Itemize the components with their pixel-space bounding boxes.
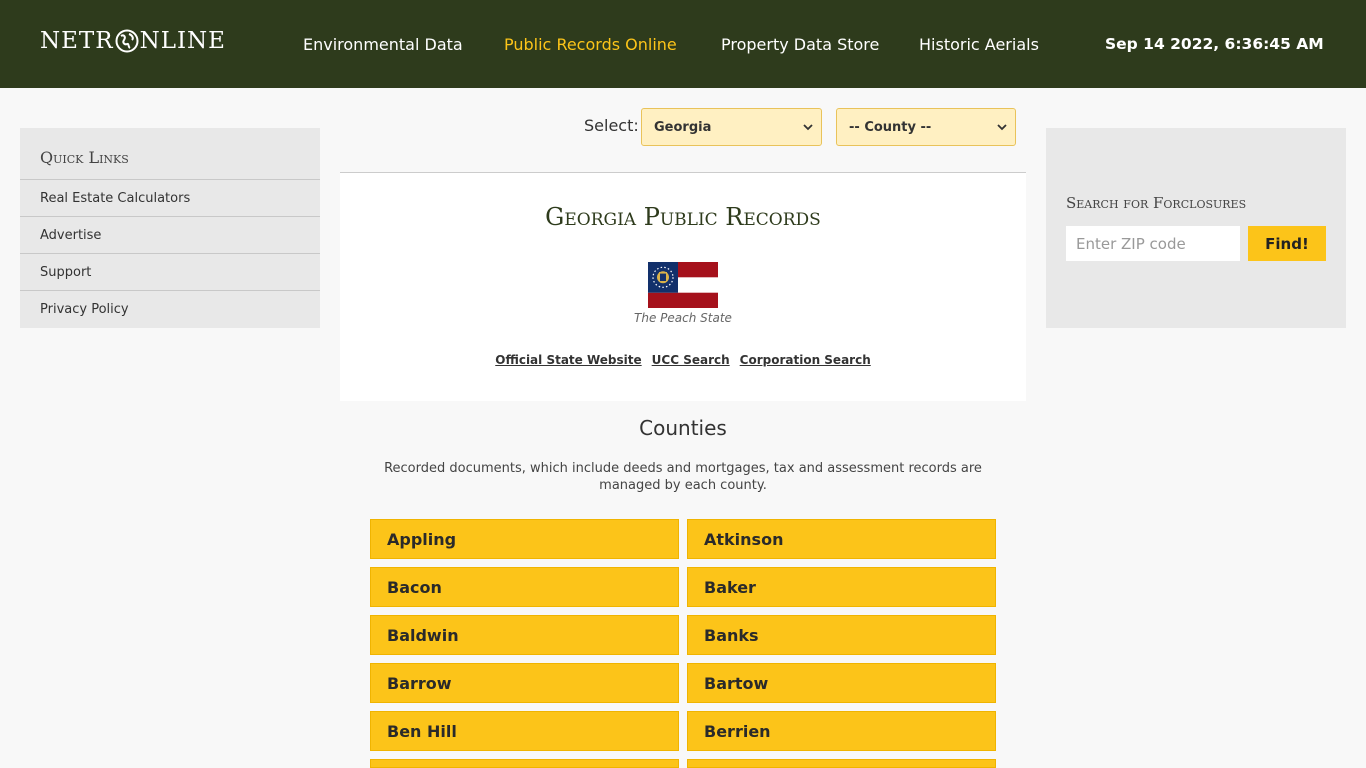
county-select-value: -- County --	[849, 119, 932, 135]
nav-historic-aerials[interactable]: Historic Aerials	[919, 0, 1039, 88]
zip-input[interactable]	[1066, 226, 1240, 261]
foreclosure-title: Search for Forclosures	[1066, 194, 1247, 212]
county-appling[interactable]: Appling	[370, 519, 679, 559]
quick-links-panel: Quick Links Real Estate Calculators Adve…	[20, 128, 320, 328]
state-select-value: Georgia	[654, 119, 712, 135]
county-baker[interactable]: Baker	[687, 567, 996, 607]
state-card: Georgia Public Records The Peach State O…	[340, 172, 1026, 401]
county-barrow[interactable]: Barrow	[370, 663, 679, 703]
foreclosure-search-panel: Search for Forclosures Find!	[1046, 128, 1346, 328]
counties-title: Counties	[639, 416, 727, 440]
county-bacon[interactable]: Bacon	[370, 567, 679, 607]
state-links: Official State Website UCC Search Corpor…	[340, 353, 1026, 367]
quick-link-real-estate-calculators[interactable]: Real Estate Calculators	[20, 180, 320, 217]
quick-links-title: Quick Links	[20, 128, 320, 180]
select-label: Select:	[584, 116, 639, 135]
chevron-down-icon	[997, 124, 1007, 131]
county-partial[interactable]	[687, 759, 996, 768]
state-select[interactable]: Georgia	[641, 108, 822, 146]
county-select[interactable]: -- County --	[836, 108, 1016, 146]
nav-property-data-store[interactable]: Property Data Store	[721, 0, 879, 88]
logo-text-left: NETR	[40, 28, 114, 54]
county-ben-hill[interactable]: Ben Hill	[370, 711, 679, 751]
county-atkinson[interactable]: Atkinson	[687, 519, 996, 559]
find-button[interactable]: Find!	[1248, 226, 1326, 261]
ucc-search-link[interactable]: UCC Search	[652, 353, 730, 367]
state-motto: The Peach State	[634, 311, 732, 325]
logo-text-right: NLINE	[139, 28, 226, 54]
nav-environmental-data[interactable]: Environmental Data	[303, 0, 463, 88]
site-header: NETR NLINE Environmental Data Public Rec…	[0, 0, 1366, 88]
page-title: Georgia Public Records	[545, 203, 821, 231]
county-partial[interactable]	[370, 759, 679, 768]
corporation-search-link[interactable]: Corporation Search	[740, 353, 871, 367]
quick-link-support[interactable]: Support	[20, 254, 320, 291]
chevron-down-icon	[803, 124, 813, 131]
quick-link-privacy-policy[interactable]: Privacy Policy	[20, 291, 320, 328]
nav-public-records-online[interactable]: Public Records Online	[504, 0, 677, 88]
globe-icon	[115, 29, 139, 53]
official-state-website-link[interactable]: Official State Website	[495, 353, 641, 367]
county-berrien[interactable]: Berrien	[687, 711, 996, 751]
quick-link-advertise[interactable]: Advertise	[20, 217, 320, 254]
counties-description: Recorded documents, which include deeds …	[384, 461, 982, 493]
header-clock: Sep 14 2022, 6:36:45 AM	[1105, 35, 1324, 53]
netronline-logo[interactable]: NETR NLINE	[40, 27, 226, 55]
georgia-flag-icon	[648, 262, 718, 308]
county-bartow[interactable]: Bartow	[687, 663, 996, 703]
county-banks[interactable]: Banks	[687, 615, 996, 655]
county-baldwin[interactable]: Baldwin	[370, 615, 679, 655]
